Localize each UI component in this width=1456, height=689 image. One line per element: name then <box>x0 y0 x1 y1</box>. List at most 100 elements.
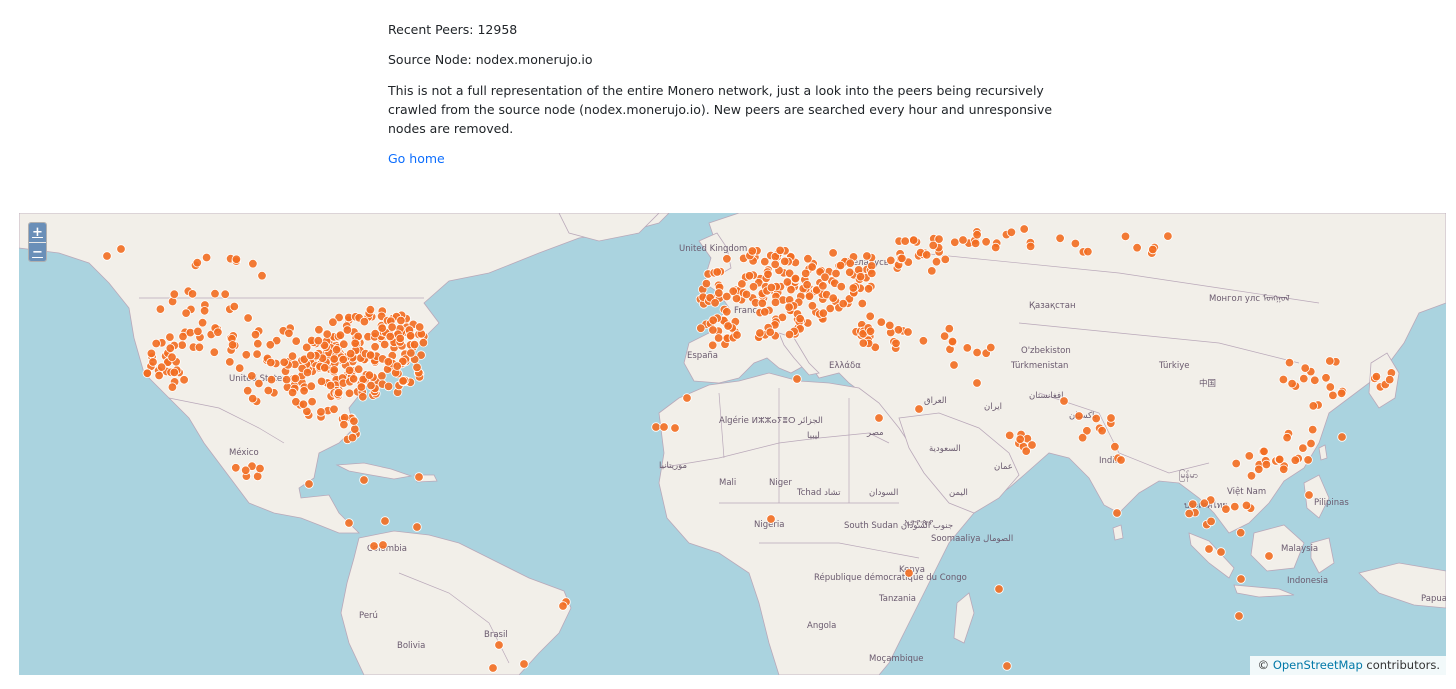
peer-marker[interactable] <box>914 404 924 414</box>
peer-marker[interactable] <box>918 336 929 346</box>
peer-marker[interactable] <box>229 301 240 312</box>
peer-marker[interactable] <box>383 381 394 392</box>
peer-marker[interactable] <box>359 316 370 327</box>
peer-marker[interactable] <box>828 293 838 303</box>
peer-marker[interactable] <box>304 479 314 489</box>
peer-marker[interactable] <box>287 387 298 398</box>
openstreetmap-link[interactable]: OpenStreetMap <box>1273 658 1363 672</box>
peer-marker[interactable] <box>415 322 425 332</box>
peer-marker[interactable] <box>359 475 369 485</box>
peer-marker[interactable] <box>333 387 344 398</box>
peer-marker[interactable] <box>320 362 330 373</box>
peer-marker[interactable] <box>1282 432 1292 443</box>
peer-marker[interactable] <box>364 370 375 380</box>
peer-marker[interactable] <box>213 327 223 337</box>
peer-marker[interactable] <box>939 331 950 341</box>
peer-marker[interactable] <box>950 237 960 248</box>
peer-marker[interactable] <box>247 371 257 381</box>
peer-marker[interactable] <box>1310 375 1320 386</box>
peer-marker[interactable] <box>210 288 220 299</box>
peer-marker[interactable] <box>1074 411 1084 421</box>
peer-marker[interactable] <box>981 237 991 247</box>
peer-marker[interactable] <box>867 268 877 279</box>
peer-marker[interactable] <box>757 298 768 308</box>
peer-marker[interactable] <box>1336 388 1347 399</box>
peer-marker[interactable] <box>1307 424 1318 435</box>
peer-marker[interactable] <box>865 311 875 322</box>
peer-marker[interactable] <box>339 419 349 430</box>
peer-marker[interactable] <box>252 349 262 359</box>
peer-marker[interactable] <box>329 404 339 415</box>
peer-marker[interactable] <box>818 308 829 318</box>
peer-marker[interactable] <box>406 348 416 358</box>
peer-marker[interactable] <box>1112 508 1122 518</box>
peer-marker[interactable] <box>365 350 376 360</box>
peer-marker[interactable] <box>177 340 187 350</box>
peer-marker[interactable] <box>696 323 706 333</box>
peer-marker[interactable] <box>820 272 830 282</box>
peer-marker[interactable] <box>1070 238 1081 249</box>
peer-marker[interactable] <box>154 370 164 381</box>
peer-marker[interactable] <box>1188 499 1198 509</box>
peer-marker[interactable] <box>287 351 298 361</box>
peer-marker[interactable] <box>1325 382 1336 392</box>
peer-marker[interactable] <box>281 374 292 385</box>
peer-marker[interactable] <box>192 258 203 268</box>
peer-marker[interactable] <box>1299 373 1309 384</box>
peer-marker[interactable] <box>1308 401 1319 411</box>
peer-marker[interactable] <box>1091 413 1101 424</box>
peer-marker[interactable] <box>331 344 342 355</box>
peer-marker[interactable] <box>1325 356 1335 366</box>
peer-marker[interactable] <box>835 260 846 271</box>
peer-marker[interactable] <box>409 339 420 350</box>
peer-marker[interactable] <box>302 342 312 353</box>
peer-marker[interactable] <box>350 424 360 434</box>
peer-marker[interactable] <box>405 331 416 341</box>
peer-marker[interactable] <box>766 282 777 293</box>
peer-marker[interactable] <box>962 343 973 353</box>
peer-marker[interactable] <box>670 423 680 433</box>
peer-marker[interactable] <box>723 321 733 331</box>
peer-marker[interactable] <box>1006 227 1017 237</box>
peer-marker[interactable] <box>187 289 198 299</box>
peer-marker[interactable] <box>494 640 504 650</box>
peer-marker[interactable] <box>1184 508 1194 519</box>
peer-marker[interactable] <box>1216 547 1226 557</box>
peer-marker[interactable] <box>193 326 203 337</box>
peer-marker[interactable] <box>897 253 907 264</box>
peer-marker[interactable] <box>1015 434 1025 444</box>
peer-marker[interactable] <box>1199 498 1210 508</box>
peer-marker[interactable] <box>265 340 276 350</box>
peer-marker[interactable] <box>1231 458 1241 469</box>
peer-marker[interactable] <box>247 393 258 404</box>
peer-marker[interactable] <box>865 326 876 336</box>
peer-marker[interactable] <box>795 313 805 324</box>
peer-marker[interactable] <box>165 343 176 353</box>
peer-marker[interactable] <box>1321 373 1331 383</box>
peer-marker[interactable] <box>863 284 874 294</box>
peer-marker[interactable] <box>1025 241 1036 252</box>
peer-marker[interactable] <box>194 342 205 353</box>
peer-marker[interactable] <box>713 333 724 343</box>
peer-marker[interactable] <box>396 315 406 326</box>
peer-marker[interactable] <box>248 259 258 269</box>
peer-marker[interactable] <box>346 348 356 359</box>
peer-marker[interactable] <box>252 471 263 482</box>
peer-marker[interactable] <box>314 324 324 335</box>
peer-marker[interactable] <box>763 269 773 280</box>
peer-marker[interactable] <box>659 422 669 432</box>
peer-marker[interactable] <box>1116 455 1126 465</box>
peer-marker[interactable] <box>900 236 910 246</box>
peer-marker[interactable] <box>807 301 818 311</box>
peer-marker[interactable] <box>848 283 859 293</box>
peer-marker[interactable] <box>1264 551 1274 561</box>
peer-marker[interactable] <box>387 322 397 332</box>
peer-marker[interactable] <box>344 365 355 376</box>
peer-marker[interactable] <box>1259 446 1269 457</box>
peer-marker[interactable] <box>766 514 776 524</box>
peer-marker[interactable] <box>909 235 919 245</box>
peer-marker[interactable] <box>266 374 277 385</box>
peer-marker[interactable] <box>1287 378 1297 389</box>
peer-marker[interactable] <box>412 362 422 373</box>
peer-map[interactable]: United Kingdom Беларусь Қазақстан Монгол ул… <box>19 213 1446 675</box>
